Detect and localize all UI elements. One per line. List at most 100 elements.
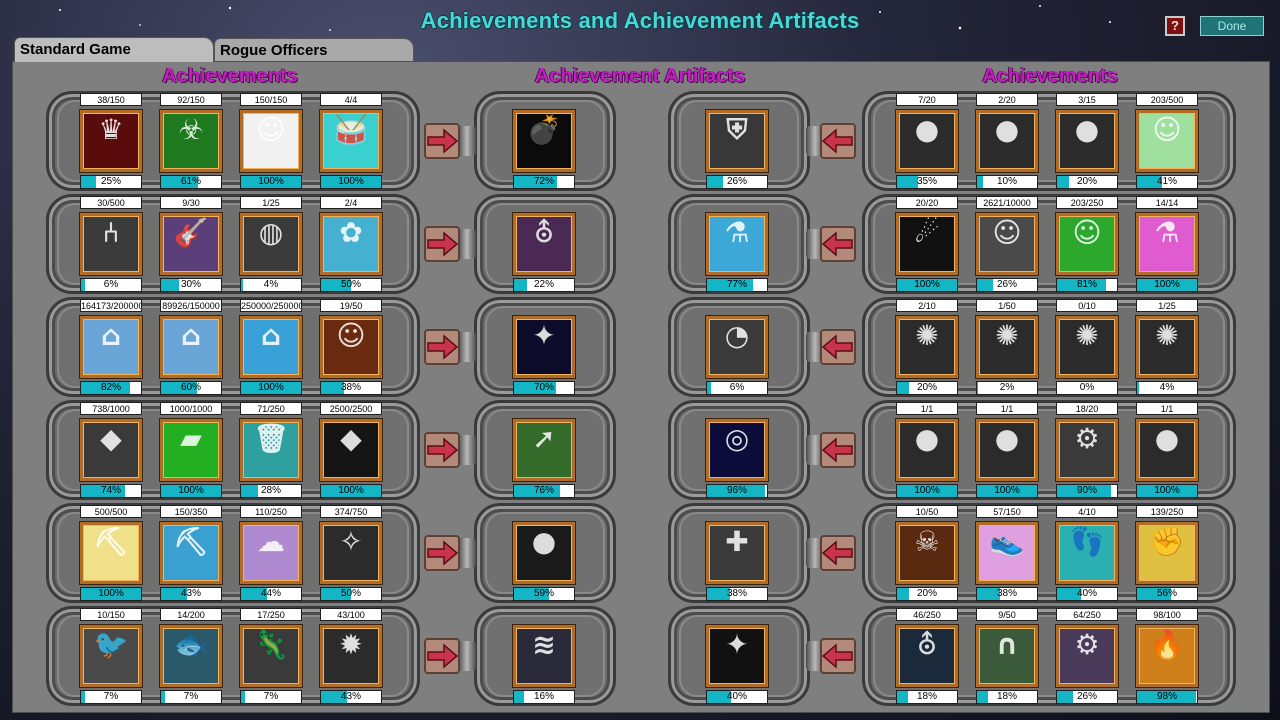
achievement-tile[interactable]: 9/30 🎸 30%: [160, 196, 222, 294]
achievement-tile[interactable]: 1/25 ✺ 4%: [1136, 299, 1198, 397]
achievement-tile[interactable]: 1/50 ✺ 2%: [976, 299, 1038, 397]
achievement-tile[interactable]: 18/20 ⚙ 90%: [1056, 402, 1118, 500]
progress-bar: 100%: [240, 381, 302, 395]
achievement-tile[interactable]: 4/10 👣 40%: [1056, 505, 1118, 603]
achievement-tile[interactable]: 1/1 ● 100%: [896, 402, 958, 500]
achievement-tile[interactable]: 57/150 👟 38%: [976, 505, 1038, 603]
achievement-count: 92/150: [160, 93, 222, 106]
progress-bar: 22%: [513, 278, 575, 292]
achievement-tile[interactable]: 500/500 ⛏ 100%: [80, 505, 142, 603]
achievement-tile[interactable]: 71/250 🗑 28%: [240, 402, 302, 500]
achievement-tile[interactable]: 92/150 ☣ 61%: [160, 93, 222, 191]
achievement-art: ✦: [706, 625, 768, 687]
progress-percent: 100%: [338, 176, 364, 187]
artifact-tile[interactable]: ● 59%: [513, 505, 575, 603]
help-button[interactable]: ?: [1165, 16, 1185, 36]
arrow-left-icon: [816, 222, 860, 266]
arrow-left-icon: [816, 428, 860, 472]
achievement-count: 43/100: [320, 608, 382, 621]
achievement-tile[interactable]: 20/20 ☄ 100%: [896, 196, 958, 294]
achievement-tile[interactable]: 150/350 ⛏ 43%: [160, 505, 222, 603]
achievement-tile[interactable]: 43/100 ✹ 43%: [320, 608, 382, 706]
achievement-tile[interactable]: 203/250 ☺ 81%: [1056, 196, 1118, 294]
arrow-glyph: [821, 334, 853, 360]
achievement-tile[interactable]: 10/50 ☠ 20%: [896, 505, 958, 603]
achievement-count: 1/1: [976, 402, 1038, 415]
artifact-tile[interactable]: ◎ 96%: [706, 402, 768, 500]
progress-percent: 2%: [999, 382, 1015, 393]
artifact-tile[interactable]: ✚ 38%: [706, 505, 768, 603]
achievement-tile[interactable]: 46/250 ⛢ 18%: [896, 608, 958, 706]
achievement-tile[interactable]: 14/200 🐟 7%: [160, 608, 222, 706]
achievement-tile[interactable]: 1/25 ◍ 4%: [240, 196, 302, 294]
achievement-tile[interactable]: 139/250 ✊ 56%: [1136, 505, 1198, 603]
zookeeper-icon: ☺: [1152, 113, 1182, 146]
achievement-tile[interactable]: 3/15 ● 20%: [1056, 93, 1118, 191]
progress-percent: 38%: [996, 588, 1017, 599]
achievement-tile[interactable]: 89926/150000 ⌂ 60%: [160, 299, 222, 397]
achievement-tile[interactable]: 2500/2500 ◆ 100%: [320, 402, 382, 500]
artifact-tile[interactable]: ⛢ 22%: [513, 196, 575, 294]
artifact-tile[interactable]: ✦ 40%: [706, 608, 768, 706]
artifact-tile[interactable]: 💣 72%: [513, 93, 575, 191]
achievement-tile[interactable]: 10/150 🐦 7%: [80, 608, 142, 706]
artifact-tile[interactable]: ≋ 16%: [513, 608, 575, 706]
achievement-tile[interactable]: 738/1000 ◆ 74%: [80, 402, 142, 500]
progress-percent: 20%: [1076, 176, 1097, 187]
achievement-art: ✊: [1136, 522, 1198, 584]
achievement-art: ⚙: [1056, 625, 1118, 687]
achievement-tile[interactable]: 0/10 ✺ 0%: [1056, 299, 1118, 397]
achievement-tile[interactable]: 203/500 ☺ 41%: [1136, 93, 1198, 191]
achievement-tile[interactable]: 2/20 ● 10%: [976, 93, 1038, 191]
achievement-tile[interactable]: 250000/250000 ⌂ 100%: [240, 299, 302, 397]
achievement-tile[interactable]: 64/250 ⚙ 26%: [1056, 608, 1118, 706]
progress-percent: 44%: [260, 588, 281, 599]
achievement-tile[interactable]: 98/100 🔥 98%: [1136, 608, 1198, 706]
done-button[interactable]: Done: [1200, 16, 1264, 36]
progress-percent: 10%: [996, 176, 1017, 187]
comet-icon: ☄: [914, 216, 940, 249]
achievement-tile[interactable]: 2/10 ✺ 20%: [896, 299, 958, 397]
tab-standard-game[interactable]: Standard Game: [14, 37, 214, 62]
artifact-tile[interactable]: ◔ 6%: [706, 299, 768, 397]
progress-percent: 0%: [1079, 382, 1095, 393]
achievement-art: ◔: [706, 316, 768, 378]
achievement-tile[interactable]: 7/20 ● 35%: [896, 93, 958, 191]
progress-percent: 76%: [533, 485, 554, 496]
artifact-tile[interactable]: ⛨ 26%: [706, 93, 768, 191]
progress-bar: 100%: [160, 484, 222, 498]
achievement-tile[interactable]: 17/250 🦎 7%: [240, 608, 302, 706]
arrow-right-icon: [420, 531, 464, 575]
achievement-tile[interactable]: 38/150 ♛ 25%: [80, 93, 142, 191]
artifact-tile[interactable]: ⚗ 77%: [706, 196, 768, 294]
artifact-tile[interactable]: ➚ 76%: [513, 402, 575, 500]
progress-bar: 20%: [896, 381, 958, 395]
achievement-tile[interactable]: 1/1 ● 100%: [1136, 402, 1198, 500]
achievement-tile[interactable]: 164173/200000 ⌂ 82%: [80, 299, 142, 397]
progress-bar: 26%: [1056, 690, 1118, 704]
achievement-tile[interactable]: 2621/10000 ☺ 26%: [976, 196, 1038, 294]
progress-bar: 7%: [80, 690, 142, 704]
achievement-tile[interactable]: 1000/1000 ▰ 100%: [160, 402, 222, 500]
achievement-tile[interactable]: 19/50 ☺ 38%: [320, 299, 382, 397]
progress-percent: 6%: [729, 382, 745, 393]
achievement-tile[interactable]: 4/4 🥁 100%: [320, 93, 382, 191]
achievement-tile[interactable]: 1/1 ● 100%: [976, 402, 1038, 500]
artifact-tile[interactable]: ✦ 70%: [513, 299, 575, 397]
achievement-tile[interactable]: 30/500 ⑃ 6%: [80, 196, 142, 294]
achievement-tile[interactable]: 14/14 ⚗ 100%: [1136, 196, 1198, 294]
achievement-count: 46/250: [896, 608, 958, 621]
achievement-tile[interactable]: 374/750 ✧ 50%: [320, 505, 382, 603]
progress-percent: 98%: [1156, 691, 1177, 702]
dna-icon: ≋: [532, 628, 556, 661]
achievement-tile[interactable]: 9/50 ∩ 18%: [976, 608, 1038, 706]
progress-percent: 6%: [103, 279, 119, 290]
tab-rogue-officers[interactable]: Rogue Officers: [214, 38, 414, 63]
achievement-count: 10/150: [80, 608, 142, 621]
achievement-tile[interactable]: 2/4 ✿ 50%: [320, 196, 382, 294]
achievement-tile[interactable]: 110/250 ☁ 44%: [240, 505, 302, 603]
arrow-glyph: [821, 231, 853, 257]
achievement-tile[interactable]: 150/150 ☺ 100%: [240, 93, 302, 191]
virus-icon: ✹: [339, 628, 363, 661]
achievement-art: ✺: [976, 316, 1038, 378]
